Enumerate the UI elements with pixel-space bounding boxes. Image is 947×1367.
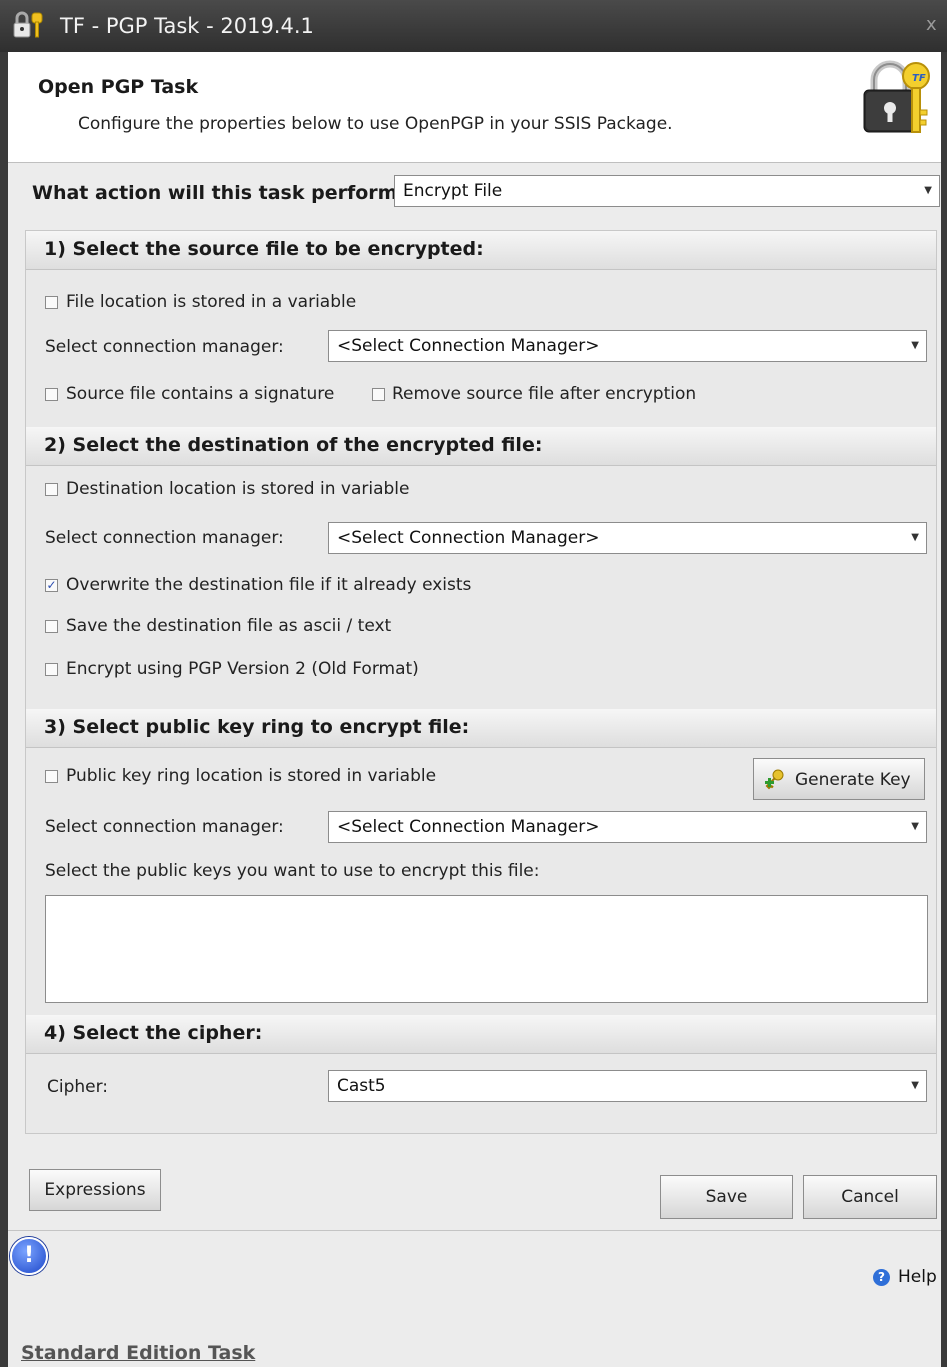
destination-variable-label: Destination location is stored in variab… [66, 479, 410, 499]
action-select-value: Encrypt File [403, 181, 503, 201]
key-add-icon [765, 769, 784, 790]
remove-source-checkbox[interactable] [372, 388, 385, 401]
chevron-down-icon: ▼ [911, 340, 919, 351]
destination-conn-select[interactable]: <Select Connection Manager> ▼ [328, 522, 927, 554]
chevron-down-icon: ▼ [911, 1080, 919, 1091]
remove-source-label: Remove source file after encryption [392, 384, 697, 404]
footer-divider [8, 1230, 941, 1231]
destination-variable-checkbox[interactable] [45, 483, 58, 496]
cipher-select[interactable]: Cast5 ▼ [328, 1070, 927, 1102]
section-keyring-title: 3) Select public key ring to encrypt fil… [44, 716, 470, 738]
window-frame-left [0, 52, 8, 1367]
keyring-variable-label: Public key ring location is stored in va… [66, 766, 437, 786]
overwrite-checkbox[interactable]: ✓ [45, 579, 58, 592]
keyring-conn-select[interactable]: <Select Connection Manager> ▼ [328, 811, 927, 843]
action-label: What action will this task perform? [32, 182, 409, 204]
chevron-down-icon: ▼ [911, 821, 919, 832]
signature-checkbox[interactable] [45, 388, 58, 401]
edition-link[interactable]: Standard Edition Task [21, 1342, 255, 1364]
close-button[interactable]: x [926, 14, 937, 35]
title-bar: TF - PGP Task - 2019.4.1 x [0, 0, 947, 53]
padlock-key-icon [13, 11, 43, 38]
header-title: Open PGP Task [38, 76, 199, 98]
public-keys-list[interactable] [45, 895, 928, 1003]
pgp2-label: Encrypt using PGP Version 2 (Old Format) [66, 659, 419, 679]
ascii-checkbox[interactable] [45, 620, 58, 633]
help-icon: ? [873, 1269, 890, 1286]
section-cipher-title: 4) Select the cipher: [44, 1022, 263, 1044]
cipher-label: Cipher: [47, 1077, 109, 1097]
generate-key-label: Generate Key [795, 770, 911, 790]
cipher-value: Cast5 [337, 1076, 386, 1096]
chevron-down-icon: ▼ [911, 532, 919, 543]
svg-text:TF: TF [912, 73, 926, 84]
keyring-conn-label: Select connection manager: [45, 817, 284, 837]
help-link[interactable]: Help [898, 1267, 937, 1287]
lock-key-icon: TF [863, 60, 930, 133]
section-source-title: 1) Select the source file to be encrypte… [44, 238, 484, 260]
pgp2-checkbox[interactable] [45, 663, 58, 676]
section-keyring-header: 3) Select public key ring to encrypt fil… [26, 709, 936, 748]
public-keys-label: Select the public keys you want to use t… [45, 861, 540, 881]
source-conn-label: Select connection manager: [45, 337, 284, 357]
window-title: TF - PGP Task - 2019.4.1 [60, 14, 314, 38]
generate-key-button[interactable]: Generate Key [753, 758, 925, 800]
keyring-variable-checkbox[interactable] [45, 770, 58, 783]
section-destination-title: 2) Select the destination of the encrypt… [44, 434, 543, 456]
section-source-header: 1) Select the source file to be encrypte… [26, 231, 936, 270]
save-button[interactable]: Save [660, 1175, 793, 1219]
info-icon: ! [10, 1237, 48, 1275]
header-panel: Open PGP Task Configure the properties b… [8, 52, 941, 163]
signature-label: Source file contains a signature [66, 384, 335, 404]
keyring-conn-value: <Select Connection Manager> [337, 817, 600, 837]
destination-conn-value: <Select Connection Manager> [337, 528, 600, 548]
action-select[interactable]: Encrypt File ▼ [394, 175, 940, 207]
source-variable-label: File location is stored in a variable [66, 292, 357, 312]
ascii-label: Save the destination file as ascii / tex… [66, 616, 392, 636]
source-conn-value: <Select Connection Manager> [337, 336, 600, 356]
source-conn-select[interactable]: <Select Connection Manager> ▼ [328, 330, 927, 362]
source-variable-checkbox[interactable] [45, 296, 58, 309]
expressions-button[interactable]: Expressions [29, 1169, 161, 1211]
cancel-button[interactable]: Cancel [803, 1175, 937, 1219]
section-destination-header: 2) Select the destination of the encrypt… [26, 427, 936, 466]
overwrite-label: Overwrite the destination file if it alr… [66, 575, 472, 595]
destination-conn-label: Select connection manager: [45, 528, 284, 548]
chevron-down-icon: ▼ [924, 185, 932, 196]
header-subtitle: Configure the properties below to use Op… [78, 114, 673, 134]
section-cipher-header: 4) Select the cipher: [26, 1015, 936, 1054]
window-frame-right [941, 52, 947, 1367]
